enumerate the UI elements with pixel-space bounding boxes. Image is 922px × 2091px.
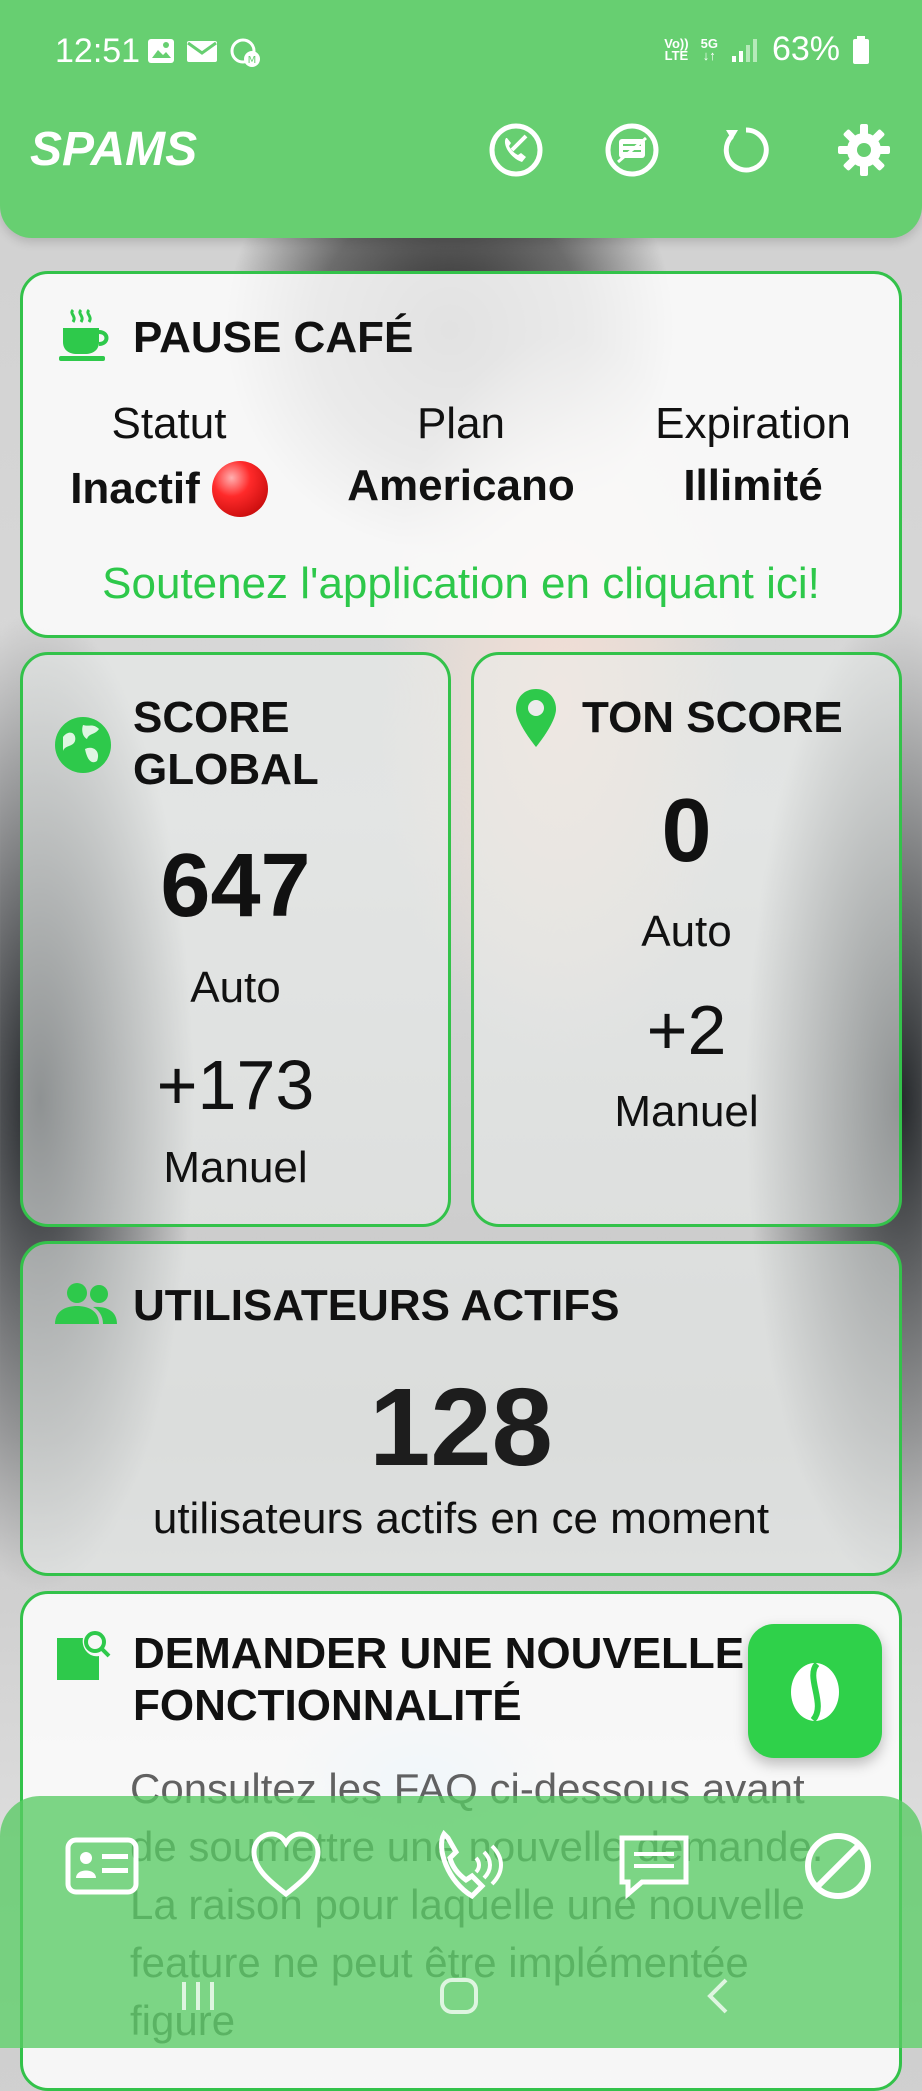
coffee-card[interactable]: PAUSE CAFÉ Statut Inactif Plan Americano… <box>20 271 902 638</box>
heart-icon[interactable] <box>248 1828 324 1904</box>
your-auto-label: Auto <box>641 907 732 956</box>
location-pin-icon <box>516 689 556 747</box>
status-value: Inactif <box>70 464 200 513</box>
global-score-title-line2: GLOBAL <box>133 745 319 794</box>
global-manual-value: +173 <box>156 1046 315 1124</box>
coffee-cup-icon <box>59 308 109 361</box>
status-bar: 12:51 M Vo)) LTE 5G ↓↑ 63% <box>0 0 922 100</box>
active-users-count: 128 <box>369 1366 553 1489</box>
notification-icons: M <box>146 36 262 68</box>
search-document-icon <box>57 1631 111 1680</box>
app-title: SPAMS <box>30 123 198 176</box>
active-users-card: UTILISATEURS ACTIFS 128 utilisateurs act… <box>20 1241 902 1576</box>
global-score-card: SCORE GLOBAL 647 Auto +173 Manuel <box>20 652 451 1227</box>
global-auto-value: 647 <box>160 836 311 936</box>
refresh-icon[interactable] <box>718 122 774 178</box>
bottom-navigation <box>0 1796 922 2048</box>
plan-label: Plan <box>416 399 506 448</box>
expiration-label: Expiration <box>655 399 851 448</box>
status-label: Statut <box>111 399 227 448</box>
feature-request-title-line2: FONCTIONNALITÉ <box>133 1681 522 1730</box>
status-value-row: Inactif <box>23 461 315 517</box>
active-users-title: UTILISATEURS ACTIFS <box>133 1281 620 1330</box>
home-icon[interactable] <box>436 1976 484 2016</box>
users-icon <box>55 1283 117 1324</box>
status-right: Vo)) LTE 5G ↓↑ 63% <box>664 30 870 69</box>
your-auto-value: 0 <box>661 781 712 881</box>
status-column: Statut Inactif <box>23 399 315 517</box>
app-header: 12:51 M Vo)) LTE 5G ↓↑ 63% SPAMS <box>0 0 922 238</box>
back-icon[interactable] <box>700 1976 736 2016</box>
plan-value: Americano <box>347 461 575 510</box>
status-time: 12:51 <box>55 32 141 70</box>
volte-bottom: LTE <box>664 47 689 63</box>
message-blocked-icon[interactable] <box>604 122 660 178</box>
contact-card-icon[interactable] <box>64 1828 140 1904</box>
coffee-info-row: Statut Inactif Plan Americano Expiration… <box>23 399 899 517</box>
svg-text:M: M <box>248 55 257 66</box>
your-score-title: TON SCORE <box>582 693 843 742</box>
global-score-title-line1: SCORE <box>133 693 290 742</box>
global-manual-label: Manuel <box>163 1143 308 1192</box>
coffee-bean-button[interactable] <box>748 1624 882 1758</box>
global-score-title: SCORE GLOBAL <box>133 692 319 796</box>
battery-icon <box>853 35 869 64</box>
your-score-card: TON SCORE 0 Auto +2 Manuel <box>471 652 902 1227</box>
your-manual-label: Manuel <box>614 1087 759 1136</box>
phone-blocked-icon[interactable] <box>488 122 544 178</box>
coffee-bean-icon <box>791 1661 839 1723</box>
active-users-caption: utilisateurs actifs en ce moment <box>152 1494 770 1543</box>
global-auto-label: Auto <box>190 963 281 1012</box>
sync-icon: M <box>230 38 260 67</box>
gallery-icon <box>148 39 174 63</box>
settings-icon[interactable] <box>836 122 892 178</box>
expiration-column: Expiration Illimité <box>607 399 899 517</box>
phone-call-icon[interactable] <box>430 1828 506 1904</box>
network-icon: 5G ↓↑ <box>700 35 718 63</box>
coffee-title: PAUSE CAFÉ <box>133 313 414 362</box>
red-status-dot-icon <box>211 461 268 517</box>
battery-percent: 63% <box>771 30 840 68</box>
recent-apps-icon[interactable] <box>176 1976 220 2016</box>
globe-icon <box>55 717 111 773</box>
signal-icon <box>731 38 757 62</box>
plan-column: Plan Americano <box>315 399 607 517</box>
feature-request-title-line1: DEMANDER UNE NOUVELLE <box>133 1629 745 1678</box>
block-icon[interactable] <box>800 1828 876 1904</box>
message-icon[interactable] <box>616 1828 692 1904</box>
feature-request-title: DEMANDER UNE NOUVELLE FONCTIONNALITÉ <box>133 1628 744 1732</box>
your-manual-value: +2 <box>646 991 727 1069</box>
volte-icon: Vo)) LTE <box>664 37 689 63</box>
expiration-value: Illimité <box>683 461 823 510</box>
mail-icon <box>187 41 217 62</box>
support-link[interactable]: Soutenez l'application en cliquant ici! <box>23 559 899 609</box>
